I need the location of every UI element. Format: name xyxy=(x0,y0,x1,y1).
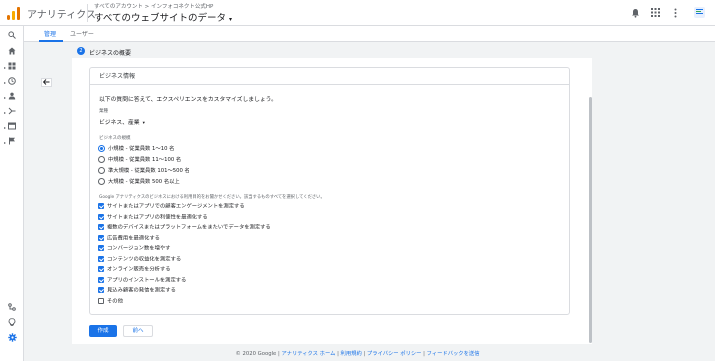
radio-button[interactable] xyxy=(98,178,105,185)
conversions-icon[interactable]: ▸ xyxy=(4,137,20,149)
checkbox-label: 広告費用を最適化する xyxy=(107,235,160,241)
step-title: ビジネスの概要 xyxy=(89,50,132,57)
industry-select[interactable]: ビジネス、産業 ▾ xyxy=(99,117,145,126)
behavior-icon[interactable]: ▸ xyxy=(4,122,20,134)
realtime-icon[interactable]: ▸ xyxy=(4,77,20,89)
tab-user[interactable]: ユーザー xyxy=(70,29,94,38)
customization-icon[interactable]: ▸ xyxy=(4,62,20,74)
checkbox[interactable] xyxy=(98,245,104,251)
checkbox[interactable] xyxy=(98,287,104,293)
breadcrumb[interactable]: すべてのアカウント > インフォコネクト公式HP xyxy=(94,2,213,10)
size-option-large[interactable]: 大規模 - 従業員数 500 名以上 xyxy=(98,178,180,187)
purpose-checkbox-row[interactable]: サイトまたはアプリでの顧客エンゲージメントを測定する xyxy=(98,203,245,212)
purpose-checkbox-row[interactable]: コンテンツの収益化を測定する xyxy=(98,255,182,265)
expand-arrow-icon: ▸ xyxy=(4,110,7,115)
app-title[interactable]: アナリティクス xyxy=(27,6,96,21)
checkbox[interactable] xyxy=(98,297,104,304)
footer-link-privacy[interactable]: プライバシー ポリシー xyxy=(367,351,422,357)
purpose-checkbox-row[interactable]: アプリのインストールを測定する xyxy=(98,276,187,286)
top-bar: アナリティクス すべてのアカウント > インフォコネクト公式HP すべてのウェブ… xyxy=(0,0,715,26)
bell-icon[interactable] xyxy=(630,8,640,18)
account-selector[interactable]: すべてのウェブサイトのデータ ▾ xyxy=(94,10,232,24)
intro-text: 以下の質問に答えて、エクスペリエンスをカスタマイズしましょう。 xyxy=(99,97,277,103)
checkbox[interactable] xyxy=(98,224,104,230)
size-option-label: 中規模 - 従業員数 11〜100 名 xyxy=(108,157,182,163)
radio-button[interactable] xyxy=(98,156,105,163)
attribution-icon[interactable] xyxy=(4,303,20,315)
expand-arrow-icon: ▸ xyxy=(4,140,7,145)
back-arrow-icon xyxy=(42,79,50,85)
purpose-checkbox-row[interactable]: 複数のデバイスまたはプラットフォームをまたいでデータを測定する xyxy=(98,224,271,233)
purpose-checkbox-row[interactable]: オンライン販売を分析する xyxy=(98,266,171,275)
checkbox[interactable] xyxy=(98,203,104,209)
more-icon[interactable] xyxy=(670,8,680,18)
size-option-medium[interactable]: 中規模 - 従業員数 11〜100 名 xyxy=(98,156,181,165)
industry-value: ビジネス、産業 xyxy=(99,120,140,126)
discover-icon[interactable] xyxy=(4,318,20,330)
admin-tabs: 管理 ユーザー xyxy=(24,26,715,42)
checkbox-label: サイトまたはアプリでの顧客エンゲージメントを測定する xyxy=(107,203,245,210)
account-name: すべてのウェブサイトのデータ xyxy=(94,13,226,24)
checkbox-label: 複数のデバイスまたはプラットフォームをまたいでデータを測定する xyxy=(107,224,271,231)
expand-arrow-icon: ▸ xyxy=(4,95,7,100)
size-option-small[interactable]: 小規模 - 従業員数 1〜10 名 xyxy=(98,145,174,154)
checkbox-label: アプリのインストールを測定する xyxy=(107,277,187,283)
divider xyxy=(87,4,88,22)
industry-label: 業種 xyxy=(99,109,108,114)
apps-icon[interactable] xyxy=(650,8,660,18)
account-icon[interactable] xyxy=(694,7,705,18)
tab-admin[interactable]: 管理 xyxy=(44,29,56,38)
checkbox[interactable] xyxy=(98,213,104,220)
checkbox-label: その他 xyxy=(107,298,123,304)
size-option-label: 小規模 - 従業員数 1〜10 名 xyxy=(108,146,175,152)
checkbox-label: サイトまたはアプリの利便性を最適化する xyxy=(107,214,208,220)
expand-arrow-icon: ▸ xyxy=(4,80,7,85)
business-size-label: ビジネスの規模 xyxy=(99,136,131,141)
scrollbar-thumb[interactable] xyxy=(589,97,592,343)
footer-link-analytics-home[interactable]: アナリティクス ホーム xyxy=(281,351,335,357)
checkbox[interactable] xyxy=(98,255,104,262)
copyright: © 2020 Google xyxy=(235,351,277,357)
checkbox-label: 見込み顧客の発信を測定する xyxy=(107,287,176,294)
expand-arrow-icon: ▸ xyxy=(4,125,7,130)
size-option-label: 大規模 - 従業員数 500 名以上 xyxy=(108,179,180,185)
step-number-badge: 2 xyxy=(77,47,85,55)
analytics-logo[interactable] xyxy=(7,6,21,20)
checkbox[interactable] xyxy=(98,234,104,241)
create-button[interactable]: 作成 xyxy=(89,325,117,337)
checkbox[interactable] xyxy=(98,266,104,272)
checkbox-label: コンバージョン数を増やす xyxy=(107,245,171,252)
chevron-down-icon: ▾ xyxy=(142,121,145,126)
size-option-semi-large[interactable]: 準大規模 - 従業員数 101〜500 名 xyxy=(98,167,190,176)
purpose-question: Google アナリティクスのビジネスにおける利用目的をお聞かせください。該当す… xyxy=(99,195,325,200)
radio-button[interactable] xyxy=(98,167,105,174)
card-header: ビジネス情報 xyxy=(90,68,569,85)
audience-icon[interactable]: ▸ xyxy=(4,92,20,104)
purpose-checkbox-row[interactable]: サイトまたはアプリの利便性を最適化する xyxy=(98,213,208,223)
checkbox-label: コンテンツの収益化を測定する xyxy=(107,256,182,262)
home-icon[interactable] xyxy=(4,47,20,59)
purpose-checkbox-row[interactable]: 見込み顧客の発信を測定する xyxy=(98,287,176,296)
search-icon[interactable] xyxy=(4,31,20,43)
footer-link-terms[interactable]: 利用規約 xyxy=(341,351,362,357)
acquisition-icon[interactable]: ▸ xyxy=(4,107,20,119)
checkbox[interactable] xyxy=(98,276,104,283)
active-tab-indicator xyxy=(39,40,63,42)
footer-link-feedback[interactable]: フィードバックを送信 xyxy=(427,351,480,357)
expand-arrow-icon: ▸ xyxy=(4,65,7,70)
back-arrow-button[interactable] xyxy=(41,78,52,87)
admin-icon[interactable] xyxy=(4,333,20,345)
chevron-down-icon: ▾ xyxy=(228,16,232,23)
purpose-checkbox-row[interactable]: その他 xyxy=(98,297,123,307)
left-nav: ▸ ▸ ▸ ▸ ▸ ▸ xyxy=(0,26,24,361)
purpose-checkbox-row[interactable]: 広告費用を最適化する xyxy=(98,234,160,244)
radio-button[interactable] xyxy=(98,145,105,152)
size-option-label: 準大規模 - 従業員数 101〜500 名 xyxy=(108,168,190,174)
previous-button[interactable]: 前へ xyxy=(123,325,153,337)
purpose-checkbox-row[interactable]: コンバージョン数を増やす xyxy=(98,245,170,254)
footer: © 2020 Google | アナリティクス ホーム | 利用規約 | プライ… xyxy=(0,349,715,357)
checkbox-label: オンライン販売を分析する xyxy=(107,266,171,273)
